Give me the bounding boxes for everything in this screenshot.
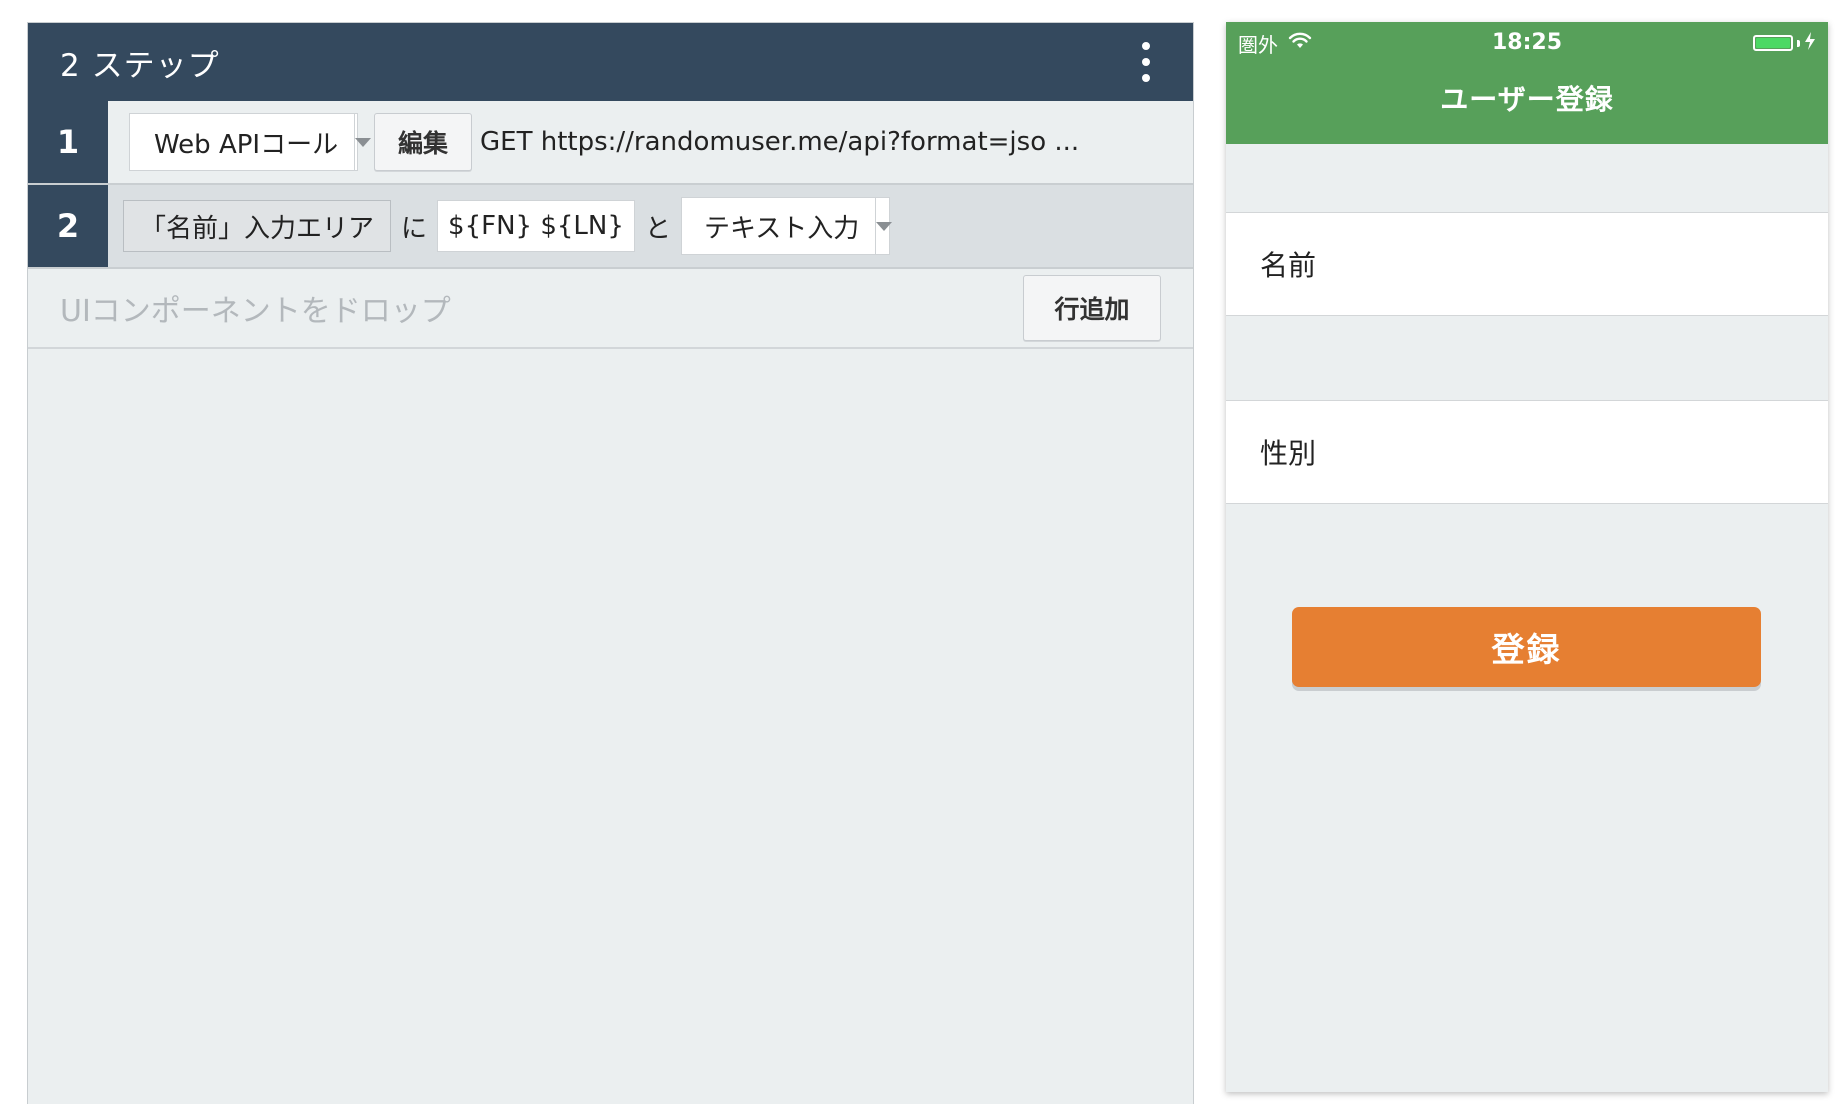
nav-title: ユーザー登録 (1440, 83, 1614, 116)
wifi-icon (1288, 31, 1312, 55)
api-call-summary: GET https://randomuser.me/api?format=jso… (480, 127, 1080, 157)
drop-zone[interactable]: UIコンポーネントをドロップ 行追加 (28, 269, 1193, 349)
particle-label: と (645, 213, 672, 244)
editor-header: 2 ステップ (28, 23, 1193, 101)
form-field-gender[interactable]: 性別 (1226, 400, 1828, 504)
register-button[interactable]: 登録 (1292, 607, 1761, 687)
editor-title: 2 ステップ (60, 47, 220, 84)
step-row: 2 「名前」入力エリア に ${FN} ${LN} と テキスト入力 (28, 185, 1193, 269)
carrier-label: 圏外 (1238, 32, 1278, 57)
add-row-button[interactable]: 行追加 (1023, 275, 1161, 341)
drop-placeholder: UIコンポーネントをドロップ (60, 294, 451, 329)
step-row: 1 Web APIコール 編集 GET https://randomuser.m… (28, 101, 1193, 185)
action-select[interactable]: Web APIコール (129, 113, 372, 171)
edit-button[interactable]: 編集 (374, 113, 472, 171)
action-select-value: Web APIコール (154, 129, 339, 160)
dropdown-arrow-icon[interactable] (354, 114, 372, 170)
step-number: 1 (28, 101, 108, 183)
step-editor: 2 ステップ 1 Web APIコール 編集 GET https://rando… (27, 22, 1194, 1104)
battery-icon (1753, 35, 1793, 51)
nav-bar: 圏外 18:25 ユーザー登録 (1226, 22, 1828, 144)
action-select-value: テキスト入力 (704, 213, 860, 244)
more-vertical-icon[interactable] (1131, 37, 1161, 87)
value-input[interactable]: ${FN} ${LN} (437, 200, 636, 252)
target-component-chip[interactable]: 「名前」入力エリア (123, 200, 392, 252)
action-select[interactable]: テキスト入力 (681, 197, 893, 255)
status-bar: 圏外 (1226, 22, 1828, 64)
particle-label: に (401, 213, 428, 244)
step-number: 2 (28, 185, 108, 267)
charging-bolt-icon (1804, 31, 1816, 55)
phone-preview: 圏外 18:25 ユーザー登録 名前 性別 登録 (1226, 22, 1828, 1092)
form-field-name[interactable]: 名前 (1226, 212, 1828, 316)
dropdown-arrow-icon[interactable] (875, 198, 893, 254)
